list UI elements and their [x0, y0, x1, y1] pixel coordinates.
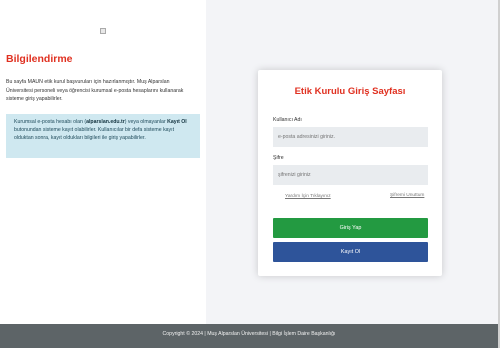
info-text-part3: butonundan sisteme kayıt olabilirler. Ku… [14, 127, 175, 142]
logo-image [100, 28, 106, 34]
info-domain: alparslan.edu.tr [86, 119, 125, 125]
help-link[interactable]: Yardım İçin Tıklayınız [285, 194, 331, 199]
intro-text: Bu sayfa MAUN etik kurul başvuruları içi… [6, 79, 184, 103]
info-text-part1: Kurumsal e-posta hesabı olan ( [14, 119, 87, 125]
info-heading: Bilgilendirme [6, 53, 73, 65]
username-input[interactable] [273, 127, 428, 147]
footer-text: Copyright © 2024 | Muş Alparslan Ünivers… [162, 331, 336, 337]
info-panel: Bilgilendirme Bu sayfa MAUN etik kurul b… [0, 0, 206, 324]
forgot-password-link[interactable]: Şifremi Unuttum [390, 193, 424, 198]
footer: Copyright © 2024 | Muş Alparslan Ünivers… [0, 324, 498, 348]
username-label: Kullanıcı Adı [273, 117, 302, 123]
register-button[interactable]: Kayıt Ol [273, 242, 428, 262]
login-title: Etik Kurulu Giriş Sayfası [294, 86, 406, 97]
login-card: Etik Kurulu Giriş Sayfası Kullanıcı Adı … [258, 70, 442, 276]
password-input[interactable] [273, 165, 428, 185]
info-register-ref: Kayıt Ol [167, 119, 187, 125]
password-label: Şifre [273, 155, 284, 161]
info-alert: Kurumsal e-posta hesabı olan (alparslan.… [6, 114, 200, 158]
info-text-part2: ) veya olmayanlar [124, 119, 166, 125]
login-button[interactable]: Giriş Yap [273, 218, 428, 238]
